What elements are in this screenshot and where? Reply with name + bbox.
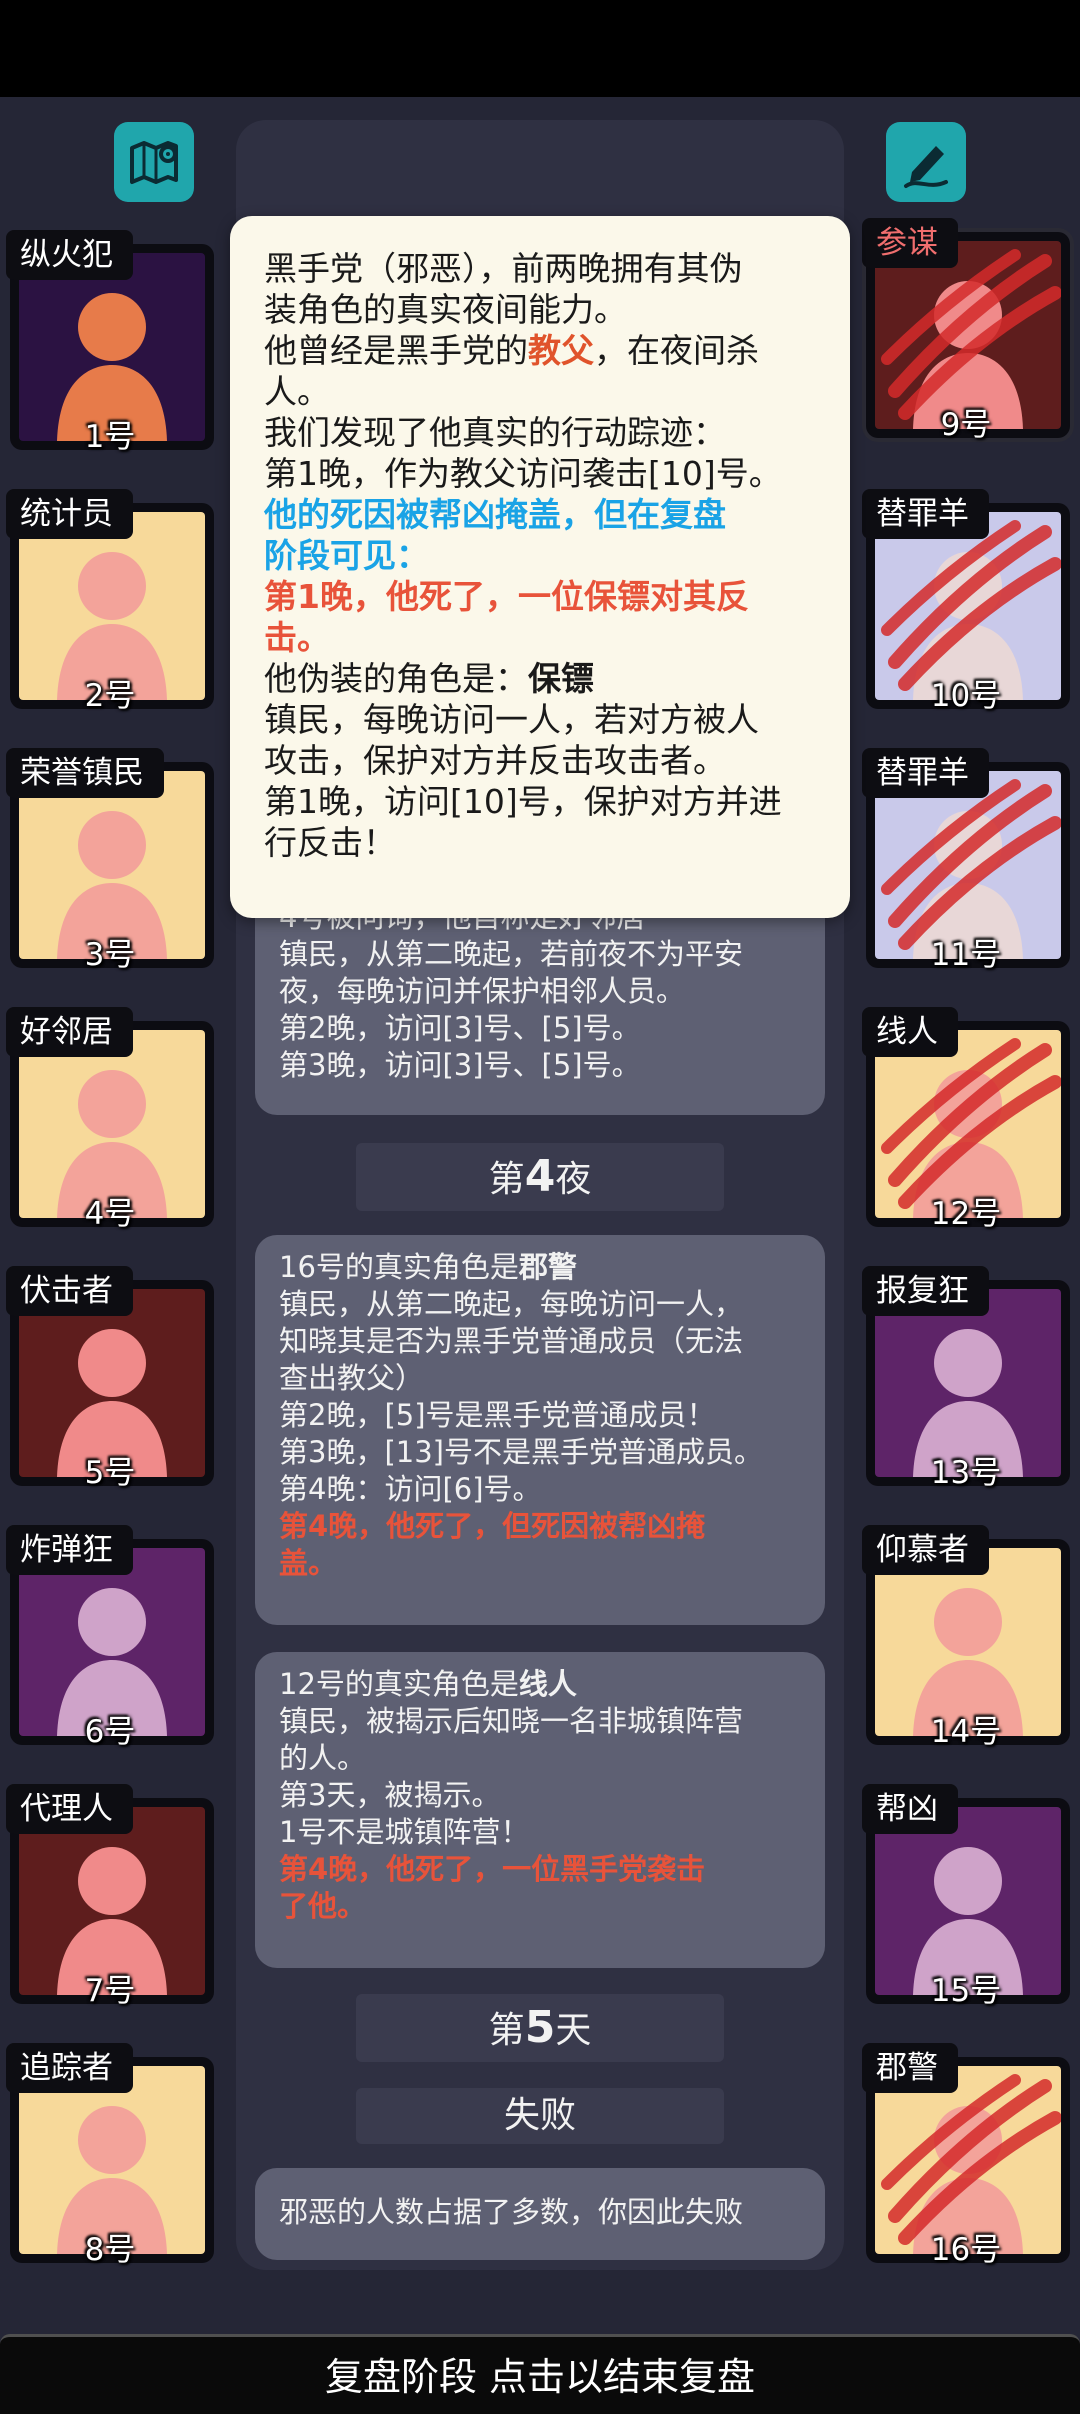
player-card-12[interactable]: 线人 12号	[862, 1007, 1070, 1232]
log-line: 第2晚，访问[3]号、[5]号。	[279, 1011, 641, 1045]
log-line: 的人。	[279, 1741, 367, 1775]
log-entry-player-4: 4号被问询，他自称是好邻居 镇民，从第二晚起，若前夜不为平安 夜，每晚访问并保护…	[255, 885, 825, 1115]
log-line: 镇民，被揭示后知晓一名非城镇阵营	[279, 1704, 744, 1738]
log-line: 镇民，从第二晚起，每晚访问一人，	[279, 1287, 744, 1321]
role-name-tag: 炸弹狂	[6, 1525, 133, 1575]
popup-line: 镇民，每晚访问一人，若对方被人	[264, 700, 759, 739]
pen-notes-icon	[904, 146, 948, 188]
player-card-8[interactable]: 追踪者 8号	[6, 2043, 214, 2268]
popup-line: 行反击！	[264, 823, 396, 862]
status-bar	[0, 0, 1080, 97]
popup-line: 人。	[264, 372, 330, 411]
role-name-tag: 追踪者	[6, 2043, 133, 2093]
popup-death-line: 击。	[264, 618, 330, 657]
role-name-tag: 替罪羊	[862, 489, 989, 539]
log-line: 第3晚，访问[3]号、[5]号。	[279, 1048, 641, 1082]
popup-line: 他曾经是黑手党的教父，在夜间杀	[264, 331, 759, 370]
role-name-tag: 郡警	[862, 2043, 958, 2093]
log-line: 夜，每晚访问并保护相邻人员。	[279, 974, 686, 1008]
player-number: 1号	[84, 419, 136, 455]
player-card-14[interactable]: 仰慕者 14号	[862, 1525, 1070, 1750]
player-number: 7号	[84, 1973, 136, 2009]
notes-button[interactable]	[886, 122, 966, 202]
popup-hidden-cause-line: 他的死因被帮凶掩盖，但在复盘	[264, 495, 726, 534]
role-name-tag: 统计员	[6, 489, 133, 539]
popup-line: 我们发现了他真实的行动踪迹：	[264, 413, 726, 452]
role-name-tag: 伏击者	[6, 1266, 133, 1316]
player-card-13[interactable]: 报复狂 13号	[862, 1266, 1070, 1491]
log-death-line: 第4晚，他死了，一位黑手党袭击	[279, 1852, 706, 1886]
player-card-15[interactable]: 帮凶 15号	[862, 1784, 1070, 2009]
log-line: 第3天，被揭示。	[279, 1778, 501, 1812]
player-card-2[interactable]: 统计员 2号	[6, 489, 214, 714]
log-line: 第3晚，[13]号不是黑手党普通成员。	[279, 1435, 763, 1469]
player-number: 13号	[930, 1455, 1002, 1491]
log-line: 12号的真实角色是线人	[279, 1667, 577, 1701]
player-card-9[interactable]: 参谋 9号	[862, 218, 1070, 443]
player-number: 10号	[930, 678, 1002, 714]
popup-line: 第1晚，作为教父访问袭击[10]号。	[264, 454, 782, 493]
log-line: 邪恶的人数占据了多数，你因此失败	[279, 2195, 744, 2229]
player-number: 3号	[84, 937, 136, 973]
day-5-header: 第5天	[356, 1994, 724, 2062]
role-name-tag: 代理人	[6, 1784, 133, 1834]
player-card-3[interactable]: 荣誉镇民 3号	[6, 748, 214, 973]
end-review-bar[interactable]: 复盘阶段 点击以结束复盘	[0, 2334, 1080, 2414]
log-death-line: 了他。	[279, 1889, 367, 1923]
role-name-tag: 报复狂	[862, 1266, 989, 1316]
popup-line: 攻击，保护对方并反击攻击者。	[264, 741, 726, 780]
map-button[interactable]	[114, 122, 194, 202]
player-number: 14号	[930, 1714, 1002, 1750]
log-line: 1号不是城镇阵营！	[279, 1815, 530, 1849]
result-header: 失败	[356, 2088, 724, 2144]
role-detail-popup[interactable]: 黑手党（邪恶），前两晚拥有其伪 装角色的真实夜间能力。 他曾经是黑手党的教父，在…	[230, 216, 850, 918]
player-card-16[interactable]: 郡警 16号	[862, 2043, 1070, 2268]
player-number: 8号	[84, 2232, 136, 2268]
log-line: 镇民，从第二晚起，若前夜不为平安	[279, 937, 744, 971]
player-number: 4号	[84, 1196, 136, 1232]
player-card-1[interactable]: 纵火犯 1号	[6, 230, 214, 455]
player-number: 2号	[84, 678, 136, 714]
role-name-tag: 线人	[862, 1007, 958, 1057]
log-death-line: 盖。	[279, 1546, 338, 1580]
player-number: 15号	[930, 1973, 1002, 2009]
popup-line: 装角色的真实夜间能力。	[264, 290, 627, 329]
player-card-6[interactable]: 炸弹狂 6号	[6, 1525, 214, 1750]
log-line: 16号的真实角色是郡警	[279, 1250, 577, 1284]
popup-hidden-cause-line: 阶段可见：	[264, 536, 429, 575]
log-entry-player-16: 16号的真实角色是郡警 镇民，从第二晚起，每晚访问一人， 知晓其是否为黑手党普通…	[255, 1235, 825, 1625]
map-icon	[130, 141, 178, 184]
popup-line: 他伪装的角色是：保镖	[264, 659, 594, 698]
log-death-line: 第4晚，他死了，但死因被帮凶掩	[279, 1509, 706, 1543]
player-card-4[interactable]: 好邻居 4号	[6, 1007, 214, 1232]
player-number: 12号	[930, 1196, 1002, 1232]
player-number: 11号	[930, 937, 1002, 973]
player-card-10[interactable]: 替罪羊 10号	[862, 489, 1070, 714]
player-card-7[interactable]: 代理人 7号	[6, 1784, 214, 2009]
log-entry-player-12: 12号的真实角色是线人 镇民，被揭示后知晓一名非城镇阵营 的人。 第3天，被揭示…	[255, 1652, 825, 1968]
popup-death-line: 第1晚，他死了，一位保镖对其反	[264, 577, 749, 616]
role-name-tag: 纵火犯	[6, 230, 133, 280]
role-name-tag: 替罪羊	[862, 748, 989, 798]
log-line: 第4晚：访问[6]号。	[279, 1472, 542, 1506]
popup-line: 黑手党（邪恶），前两晚拥有其伪	[264, 249, 743, 288]
player-card-11[interactable]: 替罪羊 11号	[862, 748, 1070, 973]
log-line: 知晓其是否为黑手党普通成员（无法	[279, 1324, 744, 1358]
log-line: 第2晚，[5]号是黑手党普通成员！	[279, 1398, 716, 1432]
log-entry-ending: 邪恶的人数占据了多数，你因此失败	[255, 2168, 825, 2260]
popup-line: 第1晚，访问[10]号，保护对方并进	[264, 782, 782, 821]
player-card-5[interactable]: 伏击者 5号	[6, 1266, 214, 1491]
night-4-header: 第4夜	[356, 1143, 724, 1211]
role-name-tag: 参谋	[862, 218, 958, 268]
player-number: 5号	[84, 1455, 136, 1491]
role-name-tag: 好邻居	[6, 1007, 133, 1057]
role-name-tag: 仰慕者	[862, 1525, 989, 1575]
log-line: 查出教父）	[279, 1361, 425, 1395]
role-name-tag: 荣誉镇民	[6, 748, 164, 798]
player-number: 16号	[930, 2232, 1002, 2268]
role-name-tag: 帮凶	[862, 1784, 958, 1834]
player-number: 6号	[84, 1714, 136, 1750]
player-number: 9号	[940, 407, 992, 443]
